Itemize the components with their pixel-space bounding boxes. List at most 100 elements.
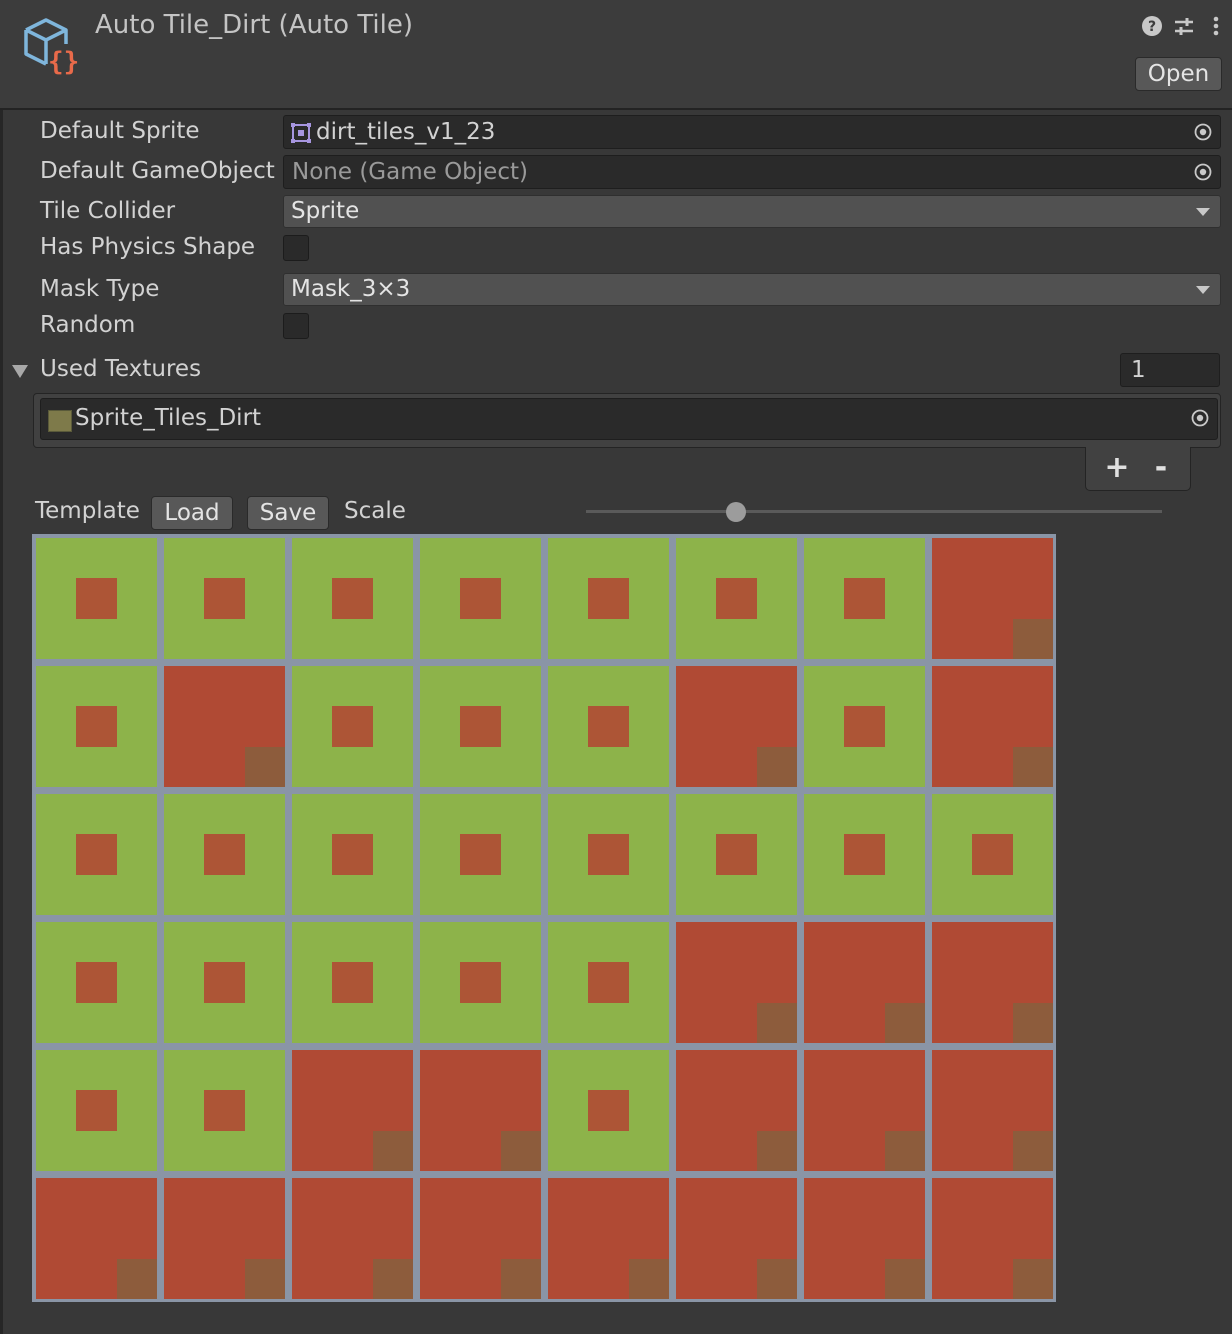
scale-slider[interactable] bbox=[586, 510, 1162, 513]
tile-cell[interactable] bbox=[36, 794, 157, 915]
object-picker-icon[interactable] bbox=[1194, 123, 1212, 141]
tile-soil-patch bbox=[1013, 747, 1053, 787]
tile-cell[interactable] bbox=[164, 538, 285, 659]
tile-cell[interactable] bbox=[548, 1178, 669, 1299]
add-item-button[interactable]: + bbox=[1102, 449, 1132, 487]
tile-cell[interactable] bbox=[676, 1178, 797, 1299]
tile-cell[interactable] bbox=[164, 794, 285, 915]
asset-cube-icon: {} bbox=[24, 18, 79, 76]
tile-dirt-patch bbox=[204, 962, 245, 1003]
tile-cell[interactable] bbox=[548, 666, 669, 787]
tile-dirt-patch bbox=[332, 706, 373, 747]
mask-type-dropdown[interactable]: Mask_3×3 bbox=[283, 273, 1221, 306]
tile-cell[interactable] bbox=[932, 794, 1053, 915]
tile-cell[interactable] bbox=[932, 666, 1053, 787]
tile-cell[interactable] bbox=[804, 1050, 925, 1171]
tile-cell[interactable] bbox=[932, 538, 1053, 659]
tile-cell[interactable] bbox=[292, 922, 413, 1043]
scale-slider-thumb[interactable] bbox=[725, 502, 746, 522]
tile-cell[interactable] bbox=[292, 538, 413, 659]
tile-dirt-patch bbox=[76, 706, 117, 747]
tile-cell[interactable] bbox=[676, 1050, 797, 1171]
svg-text:{}: {} bbox=[48, 47, 79, 76]
save-template-button[interactable]: Save bbox=[247, 496, 329, 530]
tile-cell[interactable] bbox=[420, 794, 541, 915]
tile-cell[interactable] bbox=[420, 666, 541, 787]
tile-cell[interactable] bbox=[932, 1178, 1053, 1299]
default-gameobject-label: Default GameObject bbox=[40, 158, 275, 184]
tile-cell[interactable] bbox=[164, 666, 285, 787]
has-physics-shape-checkbox[interactable] bbox=[283, 235, 309, 261]
tile-cell[interactable] bbox=[292, 1178, 413, 1299]
tile-template-grid[interactable] bbox=[32, 534, 1056, 1302]
tile-cell[interactable] bbox=[804, 538, 925, 659]
tile-cell[interactable] bbox=[420, 1050, 541, 1171]
tile-soil-patch bbox=[1013, 1259, 1053, 1299]
tile-cell[interactable] bbox=[548, 922, 669, 1043]
tile-dirt-patch bbox=[972, 834, 1013, 875]
tile-cell[interactable] bbox=[420, 922, 541, 1043]
tile-cell[interactable] bbox=[548, 1050, 669, 1171]
svg-text:?: ? bbox=[1148, 19, 1156, 35]
foldout-expanded-icon[interactable] bbox=[12, 365, 28, 378]
texture-name: Sprite_Tiles_Dirt bbox=[75, 405, 262, 431]
used-textures-label[interactable]: Used Textures bbox=[40, 356, 201, 382]
tile-cell[interactable] bbox=[932, 922, 1053, 1043]
tile-soil-patch bbox=[501, 1259, 541, 1299]
tile-cell[interactable] bbox=[292, 1050, 413, 1171]
settings-sliders-icon[interactable] bbox=[1172, 14, 1196, 38]
tile-cell[interactable] bbox=[804, 1178, 925, 1299]
tile-cell[interactable] bbox=[804, 666, 925, 787]
tile-cell[interactable] bbox=[164, 922, 285, 1043]
tile-cell[interactable] bbox=[36, 538, 157, 659]
object-picker-icon[interactable] bbox=[1191, 409, 1209, 427]
object-picker-icon[interactable] bbox=[1194, 163, 1212, 181]
tile-soil-patch bbox=[1013, 1131, 1053, 1171]
tile-cell[interactable] bbox=[292, 666, 413, 787]
tile-cell[interactable] bbox=[164, 1178, 285, 1299]
random-checkbox[interactable] bbox=[283, 313, 309, 339]
tile-cell[interactable] bbox=[804, 794, 925, 915]
default-gameobject-field[interactable]: None (Game Object) bbox=[283, 155, 1221, 189]
default-sprite-field[interactable]: dirt_tiles_v1_23 bbox=[283, 115, 1221, 149]
tile-cell[interactable] bbox=[420, 1178, 541, 1299]
help-icon[interactable]: ? bbox=[1140, 14, 1164, 38]
inspector-header: {} Auto Tile_Dirt (Auto Tile) ? Open bbox=[0, 0, 1232, 110]
tile-cell[interactable] bbox=[932, 1050, 1053, 1171]
tile-cell[interactable] bbox=[36, 666, 157, 787]
tile-soil-patch bbox=[1013, 1003, 1053, 1043]
tile-collider-dropdown[interactable]: Sprite bbox=[283, 195, 1221, 228]
tile-dirt-patch bbox=[588, 706, 629, 747]
tile-dirt-patch bbox=[332, 834, 373, 875]
load-template-button[interactable]: Load bbox=[151, 496, 233, 530]
mask-type-label: Mask Type bbox=[40, 276, 160, 302]
tile-cell[interactable] bbox=[420, 538, 541, 659]
tile-cell[interactable] bbox=[164, 1050, 285, 1171]
tile-dirt-patch bbox=[460, 706, 501, 747]
tile-cell[interactable] bbox=[36, 1050, 157, 1171]
random-label: Random bbox=[40, 312, 136, 338]
tile-cell[interactable] bbox=[676, 922, 797, 1043]
tile-cell[interactable] bbox=[36, 1178, 157, 1299]
tile-dirt-patch bbox=[844, 834, 885, 875]
tile-cell[interactable] bbox=[36, 922, 157, 1043]
tile-cell[interactable] bbox=[676, 794, 797, 915]
mask-type-value: Mask_3×3 bbox=[291, 276, 411, 302]
tile-soil-patch bbox=[245, 1259, 285, 1299]
tile-dirt-patch bbox=[76, 962, 117, 1003]
chevron-down-icon bbox=[1196, 208, 1210, 216]
more-vertical-icon[interactable] bbox=[1204, 14, 1228, 38]
tile-cell[interactable] bbox=[548, 794, 669, 915]
list-item[interactable]: Sprite_Tiles_Dirt bbox=[40, 398, 1218, 440]
tile-cell[interactable] bbox=[804, 922, 925, 1043]
tile-cell[interactable] bbox=[548, 538, 669, 659]
tile-cell[interactable] bbox=[676, 666, 797, 787]
remove-item-button[interactable]: - bbox=[1146, 449, 1176, 487]
default-sprite-label: Default Sprite bbox=[40, 118, 200, 144]
tile-dirt-patch bbox=[716, 834, 757, 875]
tile-collider-label: Tile Collider bbox=[40, 198, 176, 224]
tile-cell[interactable] bbox=[676, 538, 797, 659]
open-button[interactable]: Open bbox=[1135, 57, 1222, 91]
used-textures-count-field[interactable]: 1 bbox=[1120, 353, 1220, 387]
tile-cell[interactable] bbox=[292, 794, 413, 915]
